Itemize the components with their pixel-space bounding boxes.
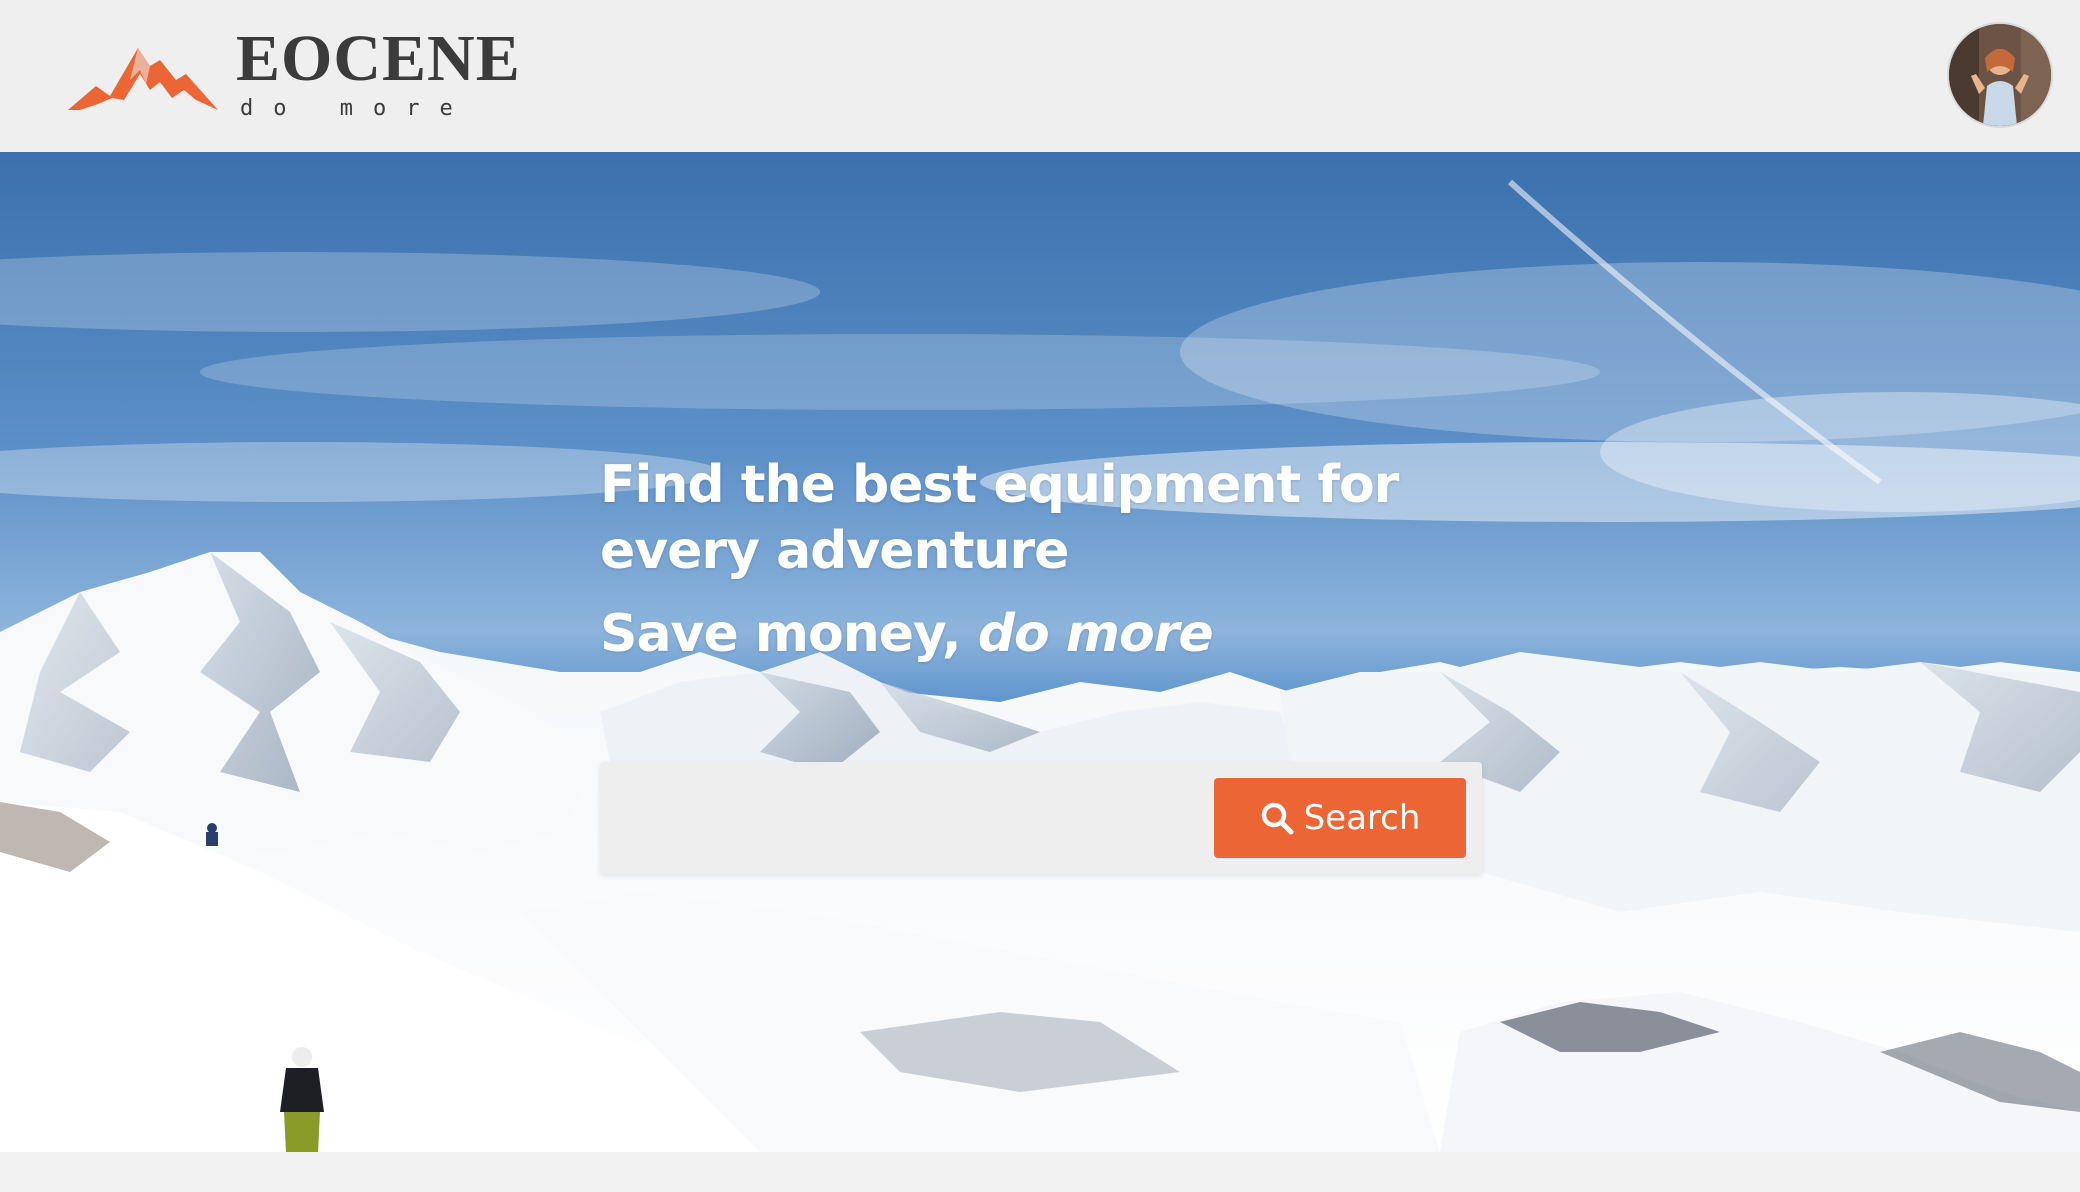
- site-header: EOCENE do more: [0, 0, 2080, 152]
- brand-name: EOCENE: [236, 22, 521, 95]
- search-bar: Search: [600, 762, 1482, 874]
- search-input[interactable]: [614, 776, 1198, 862]
- user-avatar[interactable]: [1949, 24, 2051, 126]
- brand-logo[interactable]: EOCENE do more: [68, 26, 528, 126]
- avatar-photo-icon: [1949, 24, 2051, 126]
- hero-headline: Find the best equipment for every advent…: [600, 455, 1399, 581]
- hero-banner: Find the best equipment for every advent…: [0, 152, 2080, 1152]
- hero-subline: Save money, do more: [600, 602, 1214, 666]
- hero-subline-prefix: Save money,: [600, 604, 978, 664]
- search-icon: [1261, 802, 1294, 835]
- brand-tagline: do more: [240, 96, 473, 121]
- search-button-label: Search: [1303, 798, 1421, 838]
- mountains-logo-icon: [68, 48, 218, 110]
- hero-subline-emphasis: do more: [977, 604, 1214, 664]
- page-footer-strip: [0, 1152, 2080, 1192]
- search-button[interactable]: Search: [1214, 778, 1466, 858]
